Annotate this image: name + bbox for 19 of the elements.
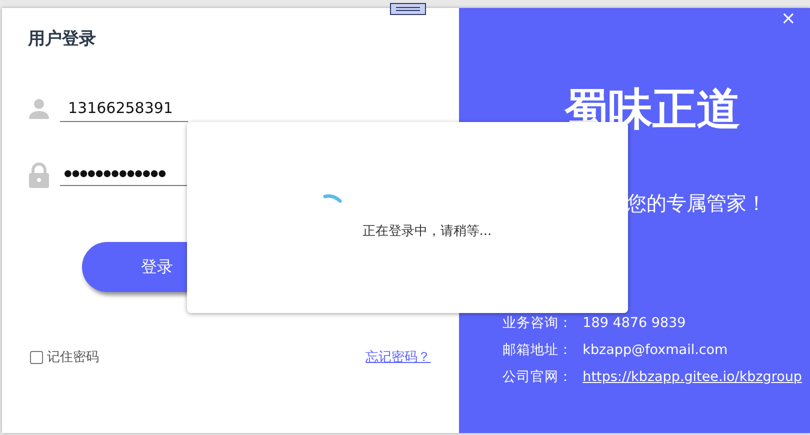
user-icon <box>28 96 50 120</box>
username-field[interactable]: 13166258391 <box>60 94 188 122</box>
window-grip-icon[interactable] <box>390 3 426 15</box>
close-button[interactable]: × <box>774 10 802 28</box>
login-title: 用户登录 <box>28 28 97 51</box>
password-field[interactable]: ●●●●●●●●●●●●● <box>60 164 188 186</box>
contact-value: 189 4876 9839 <box>582 314 686 333</box>
contact-value: kbzapp@foxmail.com <box>582 341 728 360</box>
loading-message: 正在登录中，请稍等... <box>362 222 492 241</box>
remember-label: 记住密码 <box>47 349 99 367</box>
contact-label: 邮箱地址： <box>502 341 574 360</box>
contact-label: 业务咨询： <box>502 314 574 333</box>
spinner-icon <box>323 194 342 203</box>
brand-slogan: 您的专属管家！ <box>626 190 768 217</box>
lock-icon <box>28 162 50 188</box>
contact-label: 公司官网： <box>502 368 574 387</box>
website-link[interactable]: https://kbzapp.gitee.io/kbzgroup <box>582 364 802 391</box>
remember-checkbox[interactable] <box>30 351 43 364</box>
forgot-password-link[interactable]: 忘记密码？ <box>366 348 431 368</box>
